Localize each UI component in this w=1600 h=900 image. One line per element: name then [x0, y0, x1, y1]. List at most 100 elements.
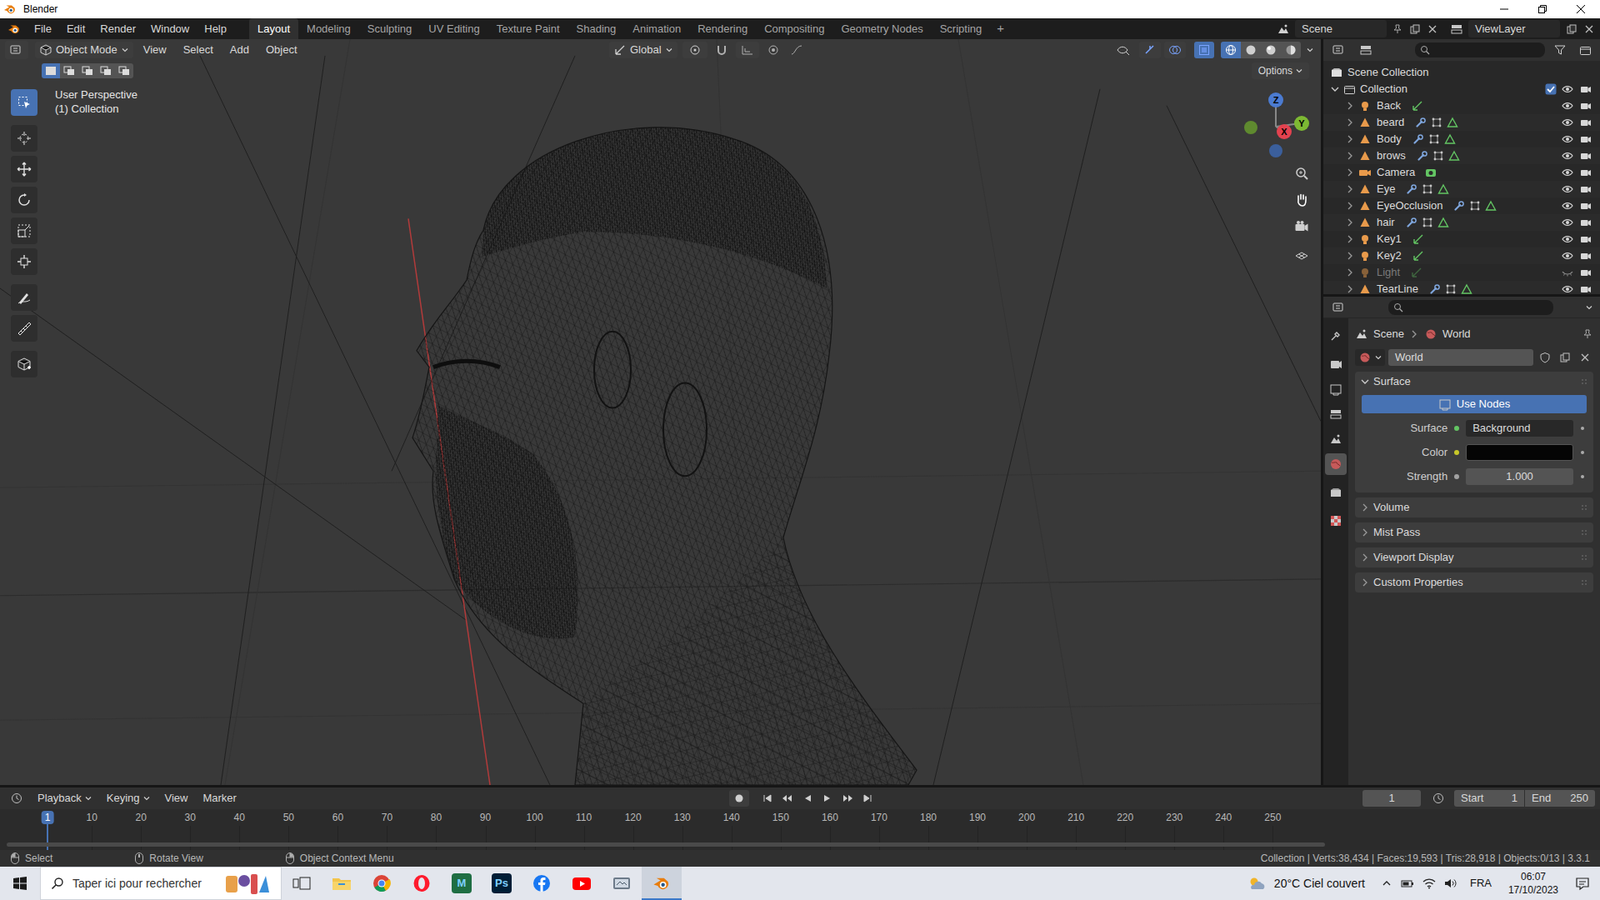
render-camera-icon[interactable] [1578, 183, 1594, 195]
taskbar-app[interactable]: M [441, 866, 482, 900]
render-camera-icon[interactable] [1578, 216, 1594, 229]
visibility-eye-icon[interactable] [1560, 166, 1575, 179]
view-layer-field[interactable]: ViewLayer [1468, 20, 1560, 39]
start-frame-field[interactable]: Start1 [1454, 790, 1525, 807]
visibility-eye-icon[interactable] [1560, 116, 1575, 129]
solid-shading-icon[interactable] [1240, 41, 1261, 59]
material-shading-icon[interactable] [1260, 41, 1281, 59]
mesh-data-icon[interactable] [1460, 283, 1474, 295]
selection-mode-icon[interactable] [60, 63, 79, 79]
viewport-menu[interactable]: View [136, 41, 174, 59]
visibility-eye-icon[interactable] [1560, 133, 1575, 145]
drag-grip-icon[interactable] [1580, 553, 1589, 562]
visibility-eye-icon[interactable] [1560, 150, 1575, 162]
preview-range-icon[interactable] [1429, 790, 1448, 807]
selection-mode-icon[interactable] [41, 63, 60, 79]
camera-data-icon[interactable] [1425, 166, 1439, 179]
panel-expand-icon[interactable] [1360, 577, 1370, 588]
cursor-icon[interactable] [10, 125, 38, 152]
rendered-shading-icon[interactable] [1280, 41, 1301, 59]
overlay-toggle-icon[interactable] [1164, 41, 1186, 59]
viewport-menu[interactable]: Select [176, 41, 220, 59]
expand-arrow-icon[interactable] [1345, 167, 1355, 178]
render-camera-icon[interactable] [1578, 100, 1594, 112]
outliner-row[interactable]: Scene Collection [1323, 64, 1600, 81]
modifier-wrench-icon[interactable] [1415, 150, 1430, 162]
clock[interactable]: 06:0717/10/2023 [1503, 870, 1564, 897]
jump-end-icon[interactable] [859, 790, 876, 807]
current-frame-field[interactable]: 1 [1362, 790, 1421, 807]
snap-magnet-icon[interactable] [712, 41, 731, 59]
timeline-menu[interactable]: Marker [196, 790, 242, 807]
gizmo-y-axis[interactable]: Y [1294, 115, 1310, 131]
workspace-tab[interactable]: Layout [249, 18, 299, 40]
workspace-tab[interactable]: Compositing [755, 18, 833, 40]
vertex-groups-icon[interactable] [1430, 116, 1444, 129]
snap-target-icon[interactable] [735, 41, 760, 59]
render-camera-icon[interactable] [1578, 250, 1594, 262]
drag-grip-icon[interactable] [1580, 528, 1589, 537]
measure-icon[interactable] [10, 315, 38, 342]
outliner-row[interactable]: Light [1323, 264, 1600, 281]
outliner-row[interactable]: hair [1323, 214, 1600, 231]
workspace-tab[interactable]: Geometry Nodes [832, 18, 931, 40]
mesh-data-icon[interactable] [1443, 133, 1457, 145]
viewport-menu[interactable]: Add [223, 41, 256, 59]
timeline-scrollbar[interactable] [6, 842, 1325, 847]
render-camera-icon[interactable] [1578, 133, 1594, 145]
breadcrumb-item[interactable]: World [1442, 325, 1471, 343]
xray-icon[interactable] [1194, 41, 1215, 59]
gizmo-z-axis[interactable]: Z [1268, 92, 1284, 108]
annotate-icon[interactable] [10, 284, 38, 311]
panel-expand-icon[interactable] [1360, 376, 1370, 387]
vertex-groups-icon[interactable] [1427, 133, 1441, 145]
taskbar-app[interactable] [561, 866, 602, 900]
show-hidden-icons-icon[interactable] [1380, 876, 1394, 890]
workspace-tab[interactable]: Animation [624, 18, 690, 40]
workspace-tab[interactable]: Scripting [931, 18, 991, 40]
visibility-eye-icon[interactable] [1560, 283, 1575, 295]
expand-arrow-icon[interactable] [1345, 267, 1355, 278]
display-mode-icon[interactable] [1355, 41, 1377, 59]
visibility-eye-icon[interactable] [1560, 250, 1575, 262]
falloff-icon[interactable] [787, 41, 806, 59]
end-frame-field[interactable]: End250 [1525, 790, 1595, 807]
blender-menu-icon[interactable] [5, 20, 24, 39]
keyframe-back-icon[interactable] [779, 790, 796, 807]
workspace-tab[interactable]: Texture Paint [488, 18, 569, 40]
menu-item[interactable]: Edit [59, 20, 93, 38]
modifier-wrench-icon[interactable] [1411, 133, 1425, 145]
keyframe-dot-icon[interactable] [1578, 448, 1587, 457]
light-data-icon[interactable] [1411, 250, 1425, 262]
world-name-field[interactable]: World [1388, 349, 1534, 366]
timeline-menu[interactable]: View [159, 790, 195, 807]
panel-header[interactable]: Surface [1355, 371, 1594, 392]
visibility-eye-icon[interactable] [1560, 216, 1575, 229]
restore-icon[interactable] [1523, 0, 1562, 19]
delete-scene-icon[interactable] [1426, 23, 1439, 35]
properties-search[interactable] [1388, 300, 1554, 315]
taskbar-app[interactable]: Ps [481, 866, 522, 900]
keyframe-dot-icon[interactable] [1578, 424, 1587, 433]
render-camera-icon[interactable] [1578, 266, 1594, 279]
pin-icon[interactable] [1581, 328, 1594, 340]
visibility-eye-icon[interactable] [1560, 200, 1575, 212]
outliner-row[interactable]: EyeOcclusion [1323, 197, 1600, 215]
taskbar-search[interactable] [40, 866, 282, 900]
editor-type-icon[interactable] [1328, 41, 1350, 59]
menu-item[interactable]: Render [92, 20, 144, 38]
outliner-row[interactable]: beard [1323, 114, 1600, 131]
move-icon[interactable] [10, 155, 38, 183]
minimize-icon[interactable] [1485, 0, 1524, 19]
taskbar-search-input[interactable] [72, 875, 216, 893]
socket-dot-icon[interactable] [1452, 424, 1461, 433]
vertex-groups-icon[interactable] [1444, 283, 1458, 295]
play-reverse-icon[interactable] [799, 790, 816, 807]
render-camera-icon[interactable] [1578, 166, 1594, 179]
modifier-wrench-icon[interactable] [1428, 283, 1442, 295]
mesh-data-icon[interactable] [1447, 150, 1461, 162]
world-tab-icon[interactable] [1325, 453, 1347, 475]
collapsed-panel[interactable]: Mist Pass [1355, 522, 1594, 543]
taskbar-app[interactable] [401, 866, 442, 900]
close-icon[interactable] [1561, 0, 1600, 19]
